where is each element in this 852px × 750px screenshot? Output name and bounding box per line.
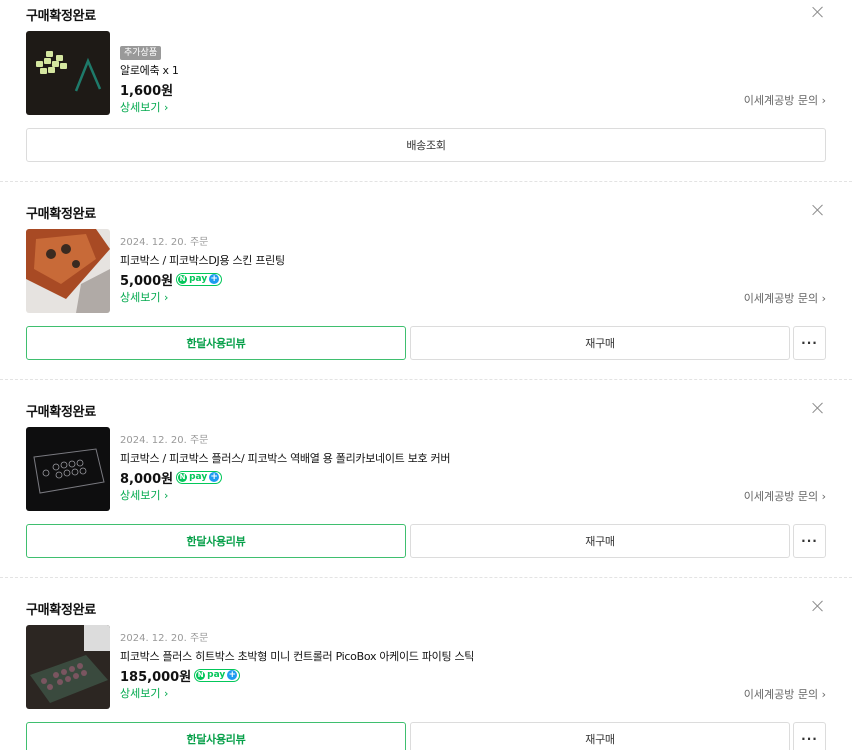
product-price: 1,600원 (120, 83, 174, 99)
detail-link[interactable]: 상세보기 › (120, 685, 720, 703)
product-name[interactable]: 피코박스 플러스 히트박스 초박형 미니 컨트롤러 PicoBox 아케이드 파… (120, 649, 720, 665)
plus-icon: + (209, 472, 220, 482)
order-status: 구매확정완료 (26, 9, 96, 24)
naver-n-icon: N (196, 670, 206, 680)
more-options-button[interactable]: ··· (793, 326, 826, 360)
product-info: 2024. 12. 20. 주문 피코박스 플러스 히트박스 초박형 미니 컨트… (120, 632, 720, 703)
product-name[interactable]: 피코박스 / 피코박스 플러스/ 피코박스 역배열 용 폴리카보네이트 보호 커… (120, 451, 720, 467)
order-card: 구매확정완료 추가상품 알로에축 x 1 1,600원 상세보기 › 이세계공방… (0, 0, 852, 180)
naver-n-icon: N (178, 472, 188, 482)
card-divider (0, 181, 852, 182)
pay-label: pay (207, 670, 226, 680)
product-thumbnail[interactable] (26, 31, 110, 115)
product-price: 8,000원 (120, 471, 174, 487)
pay-label: pay (189, 274, 208, 284)
detail-link[interactable]: 상세보기 › (120, 487, 720, 505)
extra-product-badge: 추가상품 (120, 46, 162, 60)
product-name[interactable]: 알로에축 x 1 (120, 63, 720, 79)
close-icon[interactable] (811, 401, 825, 415)
aloe-keycaps-image (26, 31, 110, 115)
delivery-tracking-button[interactable]: 배송조회 (26, 128, 826, 162)
card-divider (0, 379, 852, 380)
rebuy-button[interactable]: 재구매 (410, 326, 790, 360)
monthly-review-button[interactable]: 한달사용리뷰 (26, 524, 406, 558)
product-price: 5,000원 (120, 273, 174, 289)
order-status: 구매확정완료 (26, 405, 96, 420)
picobox-controller-image (26, 625, 110, 709)
order-date: 2024. 12. 20. 주문 (120, 237, 209, 248)
detail-link[interactable]: 상세보기 › (120, 99, 720, 117)
plus-icon: + (209, 274, 220, 284)
product-price: 185,000원 (120, 669, 192, 685)
seller-inquiry-link[interactable]: 이세계공방 문의 › (744, 686, 826, 702)
product-info: 2024. 12. 20. 주문 피코박스 / 피코박스DJ용 스킨 프린팅 5… (120, 236, 720, 307)
product-name[interactable]: 피코박스 / 피코박스DJ용 스킨 프린팅 (120, 253, 720, 269)
rebuy-button[interactable]: 재구매 (410, 722, 790, 750)
card-divider (0, 577, 852, 578)
seller-inquiry-link[interactable]: 이세계공방 문의 › (744, 92, 826, 108)
detail-link[interactable]: 상세보기 › (120, 289, 720, 307)
product-thumbnail[interactable] (26, 427, 110, 511)
npay-plus-badge: N pay + (194, 668, 241, 682)
close-icon[interactable] (811, 5, 825, 19)
product-info: 추가상품 알로에축 x 1 1,600원 상세보기 › (120, 40, 720, 117)
skin-printing-image (26, 229, 110, 313)
order-card: 구매확정완료 2024. 12. 20. 주문 피코박스 / 피코박스DJ용 스… (0, 190, 852, 378)
seller-inquiry-link[interactable]: 이세계공방 문의 › (744, 488, 826, 504)
rebuy-button[interactable]: 재구매 (410, 524, 790, 558)
close-icon[interactable] (811, 203, 825, 217)
product-info: 2024. 12. 20. 주문 피코박스 / 피코박스 플러스/ 피코박스 역… (120, 434, 720, 505)
order-date: 2024. 12. 20. 주문 (120, 435, 209, 446)
order-status: 구매확정완료 (26, 207, 96, 222)
poly-cover-image (26, 427, 110, 511)
order-card: 구매확정완료 2024. 12. 20. 주문 피코박스 플러스 히트박스 초박… (0, 586, 852, 750)
order-status: 구매확정완료 (26, 603, 96, 618)
more-options-button[interactable]: ··· (793, 722, 826, 750)
npay-plus-badge: N pay + (176, 272, 223, 286)
pay-label: pay (189, 472, 208, 482)
plus-icon: + (227, 670, 238, 680)
naver-n-icon: N (178, 274, 188, 284)
monthly-review-button[interactable]: 한달사용리뷰 (26, 326, 406, 360)
monthly-review-button[interactable]: 한달사용리뷰 (26, 722, 406, 750)
product-thumbnail[interactable] (26, 229, 110, 313)
seller-inquiry-link[interactable]: 이세계공방 문의 › (744, 290, 826, 306)
product-thumbnail[interactable] (26, 625, 110, 709)
order-date: 2024. 12. 20. 주문 (120, 633, 209, 644)
order-card: 구매확정완료 2024. 12. 20. 주문 피코박스 / 피코박스 플러스/… (0, 388, 852, 576)
npay-plus-badge: N pay + (176, 470, 223, 484)
more-options-button[interactable]: ··· (793, 524, 826, 558)
close-icon[interactable] (811, 599, 825, 613)
